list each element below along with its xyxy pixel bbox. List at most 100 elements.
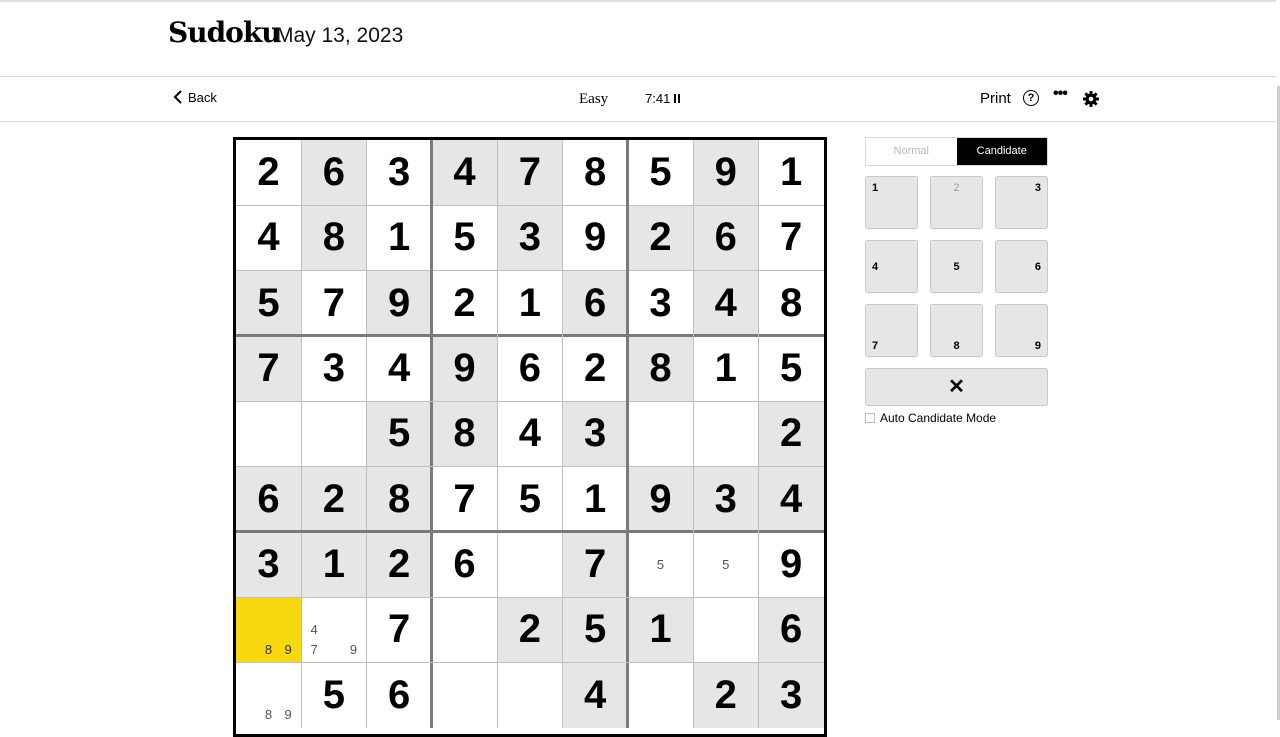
sudoku-cell[interactable]: 2 [758, 401, 824, 467]
sudoku-cell[interactable]: 3 [366, 140, 432, 205]
sudoku-cell[interactable]: 5 [431, 205, 497, 271]
sudoku-cell[interactable] [301, 401, 367, 467]
auto-candidate-checkbox[interactable] [865, 413, 875, 423]
sudoku-cell[interactable]: 6 [562, 270, 628, 336]
sudoku-cell[interactable]: 3 [301, 335, 367, 401]
sudoku-cell[interactable]: 4 [366, 335, 432, 401]
sudoku-cell[interactable]: 9 [627, 466, 693, 532]
sudoku-cell[interactable]: 6 [758, 597, 824, 663]
sudoku-cell[interactable]: 8 [758, 270, 824, 336]
sudoku-cell[interactable]: 5 [627, 140, 693, 205]
keypad-key-9[interactable]: 9 [995, 304, 1048, 357]
sudoku-cell[interactable]: 3 [627, 270, 693, 336]
keypad-key-1[interactable]: 1 [865, 176, 918, 229]
sudoku-cell[interactable]: 9 [431, 335, 497, 401]
keypad-key-6[interactable]: 6 [995, 240, 1048, 293]
sudoku-cell[interactable]: 2 [301, 466, 367, 532]
sudoku-cell[interactable]: 7 [562, 531, 628, 597]
sudoku-cell[interactable]: 4 [758, 466, 824, 532]
sudoku-cell[interactable]: 5 [236, 270, 301, 336]
sudoku-cell[interactable]: 1 [627, 597, 693, 663]
sudoku-cell[interactable]: 2 [431, 270, 497, 336]
keypad-key-2[interactable]: 2 [930, 176, 983, 229]
sudoku-cell[interactable]: 6 [236, 466, 301, 532]
sudoku-cell[interactable]: 5 [301, 662, 367, 728]
sudoku-cell[interactable]: 8 [431, 401, 497, 467]
sudoku-cell[interactable]: 9 [758, 531, 824, 597]
sudoku-cell[interactable]: 1 [366, 205, 432, 271]
sudoku-cell[interactable]: 1 [497, 270, 563, 336]
sudoku-cell[interactable]: 4 [431, 140, 497, 205]
sudoku-cell[interactable]: 8 [562, 140, 628, 205]
keypad-key-7[interactable]: 7 [865, 304, 918, 357]
sudoku-cell[interactable]: 2 [562, 335, 628, 401]
sudoku-cell[interactable]: 6 [693, 205, 759, 271]
back-button[interactable]: Back [172, 89, 217, 105]
sudoku-cell[interactable]: 3 [693, 466, 759, 532]
sudoku-cell[interactable]: 5 [693, 531, 759, 597]
sudoku-cell[interactable]: 5 [497, 466, 563, 532]
sudoku-cell[interactable]: 8 [627, 335, 693, 401]
sudoku-cell[interactable] [627, 401, 693, 467]
sudoku-cell[interactable]: 2 [693, 662, 759, 728]
sudoku-cell[interactable]: 1 [301, 531, 367, 597]
sudoku-cell[interactable]: 5 [366, 401, 432, 467]
sudoku-cell[interactable] [497, 662, 563, 728]
candidate-mode-button[interactable]: Candidate [956, 138, 1047, 165]
sudoku-cell[interactable]: 7 [366, 597, 432, 663]
sudoku-cell[interactable]: 89 [236, 597, 301, 663]
gear-icon[interactable] [1083, 91, 1099, 107]
sudoku-cell[interactable]: 7 [758, 205, 824, 271]
sudoku-cell[interactable]: 1 [562, 466, 628, 532]
erase-button[interactable]: ✕ [865, 368, 1048, 406]
help-icon[interactable]: ? [1023, 90, 1039, 106]
keypad-key-4[interactable]: 4 [865, 240, 918, 293]
sudoku-cell[interactable]: 7 [497, 140, 563, 205]
keypad-key-5[interactable]: 5 [930, 240, 983, 293]
sudoku-cell[interactable]: 9 [366, 270, 432, 336]
auto-candidate-toggle[interactable]: Auto Candidate Mode [865, 411, 996, 425]
sudoku-cell[interactable] [693, 597, 759, 663]
sudoku-cell[interactable] [693, 401, 759, 467]
sudoku-cell[interactable]: 3 [497, 205, 563, 271]
sudoku-cell[interactable]: 9 [562, 205, 628, 271]
sudoku-cell[interactable]: 2 [497, 597, 563, 663]
sudoku-cell[interactable]: 3 [562, 401, 628, 467]
sudoku-cell[interactable]: 1 [693, 335, 759, 401]
sudoku-cell[interactable]: 1 [758, 140, 824, 205]
keypad-key-8[interactable]: 8 [930, 304, 983, 357]
sudoku-cell[interactable]: 8 [301, 205, 367, 271]
sudoku-cell[interactable]: 2 [627, 205, 693, 271]
sudoku-cell[interactable]: 7 [431, 466, 497, 532]
sudoku-cell[interactable]: 4 [497, 401, 563, 467]
sudoku-cell[interactable]: 7 [301, 270, 367, 336]
timer[interactable]: 7:41 [645, 91, 681, 106]
sudoku-cell[interactable]: 5 [562, 597, 628, 663]
sudoku-cell[interactable]: 2 [236, 140, 301, 205]
sudoku-cell[interactable]: 6 [431, 531, 497, 597]
sudoku-cell[interactable] [431, 662, 497, 728]
sudoku-cell[interactable]: 6 [497, 335, 563, 401]
sudoku-cell[interactable]: 8 [366, 466, 432, 532]
sudoku-cell[interactable]: 4 [693, 270, 759, 336]
sudoku-cell[interactable]: 2 [366, 531, 432, 597]
sudoku-cell[interactable]: 9 [693, 140, 759, 205]
sudoku-cell[interactable] [431, 597, 497, 663]
sudoku-cell[interactable]: 7 [236, 335, 301, 401]
sudoku-cell[interactable]: 3 [236, 531, 301, 597]
sudoku-cell[interactable]: 4 [236, 205, 301, 271]
sudoku-cell[interactable] [497, 531, 563, 597]
sudoku-cell[interactable]: 3 [758, 662, 824, 728]
sudoku-cell[interactable]: 4 7 9 [301, 597, 367, 663]
sudoku-cell[interactable]: 4 [562, 662, 628, 728]
more-icon[interactable]: ••• [1053, 85, 1068, 103]
sudoku-cell[interactable]: 6 [301, 140, 367, 205]
sudoku-cell[interactable]: 5 [627, 531, 693, 597]
sudoku-cell[interactable]: 89 [236, 662, 301, 728]
pause-icon[interactable] [674, 94, 681, 103]
print-button[interactable]: Print [980, 90, 1011, 107]
sudoku-cell[interactable]: 6 [366, 662, 432, 728]
sudoku-cell[interactable] [627, 662, 693, 728]
normal-mode-button[interactable]: Normal [866, 138, 957, 165]
sudoku-cell[interactable] [236, 401, 301, 467]
